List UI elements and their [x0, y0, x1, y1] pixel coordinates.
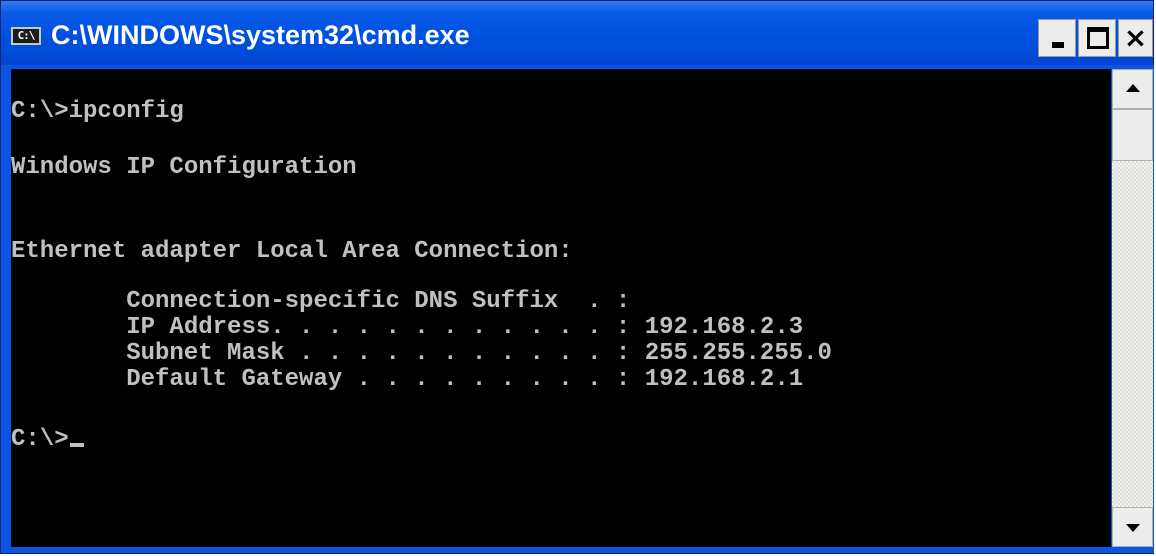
scroll-thumb[interactable]: [1112, 109, 1153, 161]
console-app-icon[interactable]: C:\: [11, 27, 41, 45]
console-line-dns-suffix: Connection-specific DNS Suffix . :: [11, 288, 631, 315]
console-line-adapter: Ethernet adapter Local Area Connection:: [11, 238, 573, 265]
close-button[interactable]: ×: [1118, 19, 1153, 57]
scroll-down-arrow-icon: [1126, 524, 1140, 532]
vertical-scrollbar[interactable]: [1112, 69, 1153, 547]
console-line-prompt[interactable]: C:\>: [11, 427, 84, 453]
maximize-icon: [1087, 27, 1109, 49]
maximize-button[interactable]: [1078, 19, 1116, 57]
scroll-down-button[interactable]: [1112, 507, 1153, 547]
console-line-subnet-mask: Subnet Mask . . . . . . . . . . . : 255.…: [11, 340, 832, 367]
title-bar[interactable]: C:\ C:\WINDOWS\system32\cmd.exe ×: [1, 1, 1153, 65]
close-icon: ×: [1123, 21, 1148, 54]
scroll-up-arrow-icon: [1126, 84, 1140, 92]
console-text: C:\>ipconfig Windows IP Configuration Et…: [11, 69, 832, 453]
console-line-ip-address: IP Address. . . . . . . . . . . . : 192.…: [11, 314, 804, 341]
console-line-heading: Windows IP Configuration: [11, 154, 357, 181]
window-frame-right: [1153, 65, 1154, 553]
prompt-text: C:\>: [11, 426, 69, 453]
minimize-button[interactable]: [1038, 19, 1076, 57]
text-cursor: [69, 443, 84, 447]
console-window: C:\ C:\WINDOWS\system32\cmd.exe × C:\>ip…: [0, 0, 1154, 554]
console-line-gateway: Default Gateway . . . . . . . . . : 192.…: [11, 366, 804, 393]
minimize-icon: [1052, 42, 1064, 48]
console-line-command: C:\>ipconfig: [11, 98, 184, 125]
scroll-up-button[interactable]: [1112, 69, 1153, 109]
console-output-area[interactable]: C:\>ipconfig Windows IP Configuration Et…: [11, 69, 1111, 547]
window-title: C:\WINDOWS\system32\cmd.exe: [51, 20, 470, 50]
window-frame-bottom: [1, 547, 1153, 553]
window-frame-left: [1, 65, 11, 553]
